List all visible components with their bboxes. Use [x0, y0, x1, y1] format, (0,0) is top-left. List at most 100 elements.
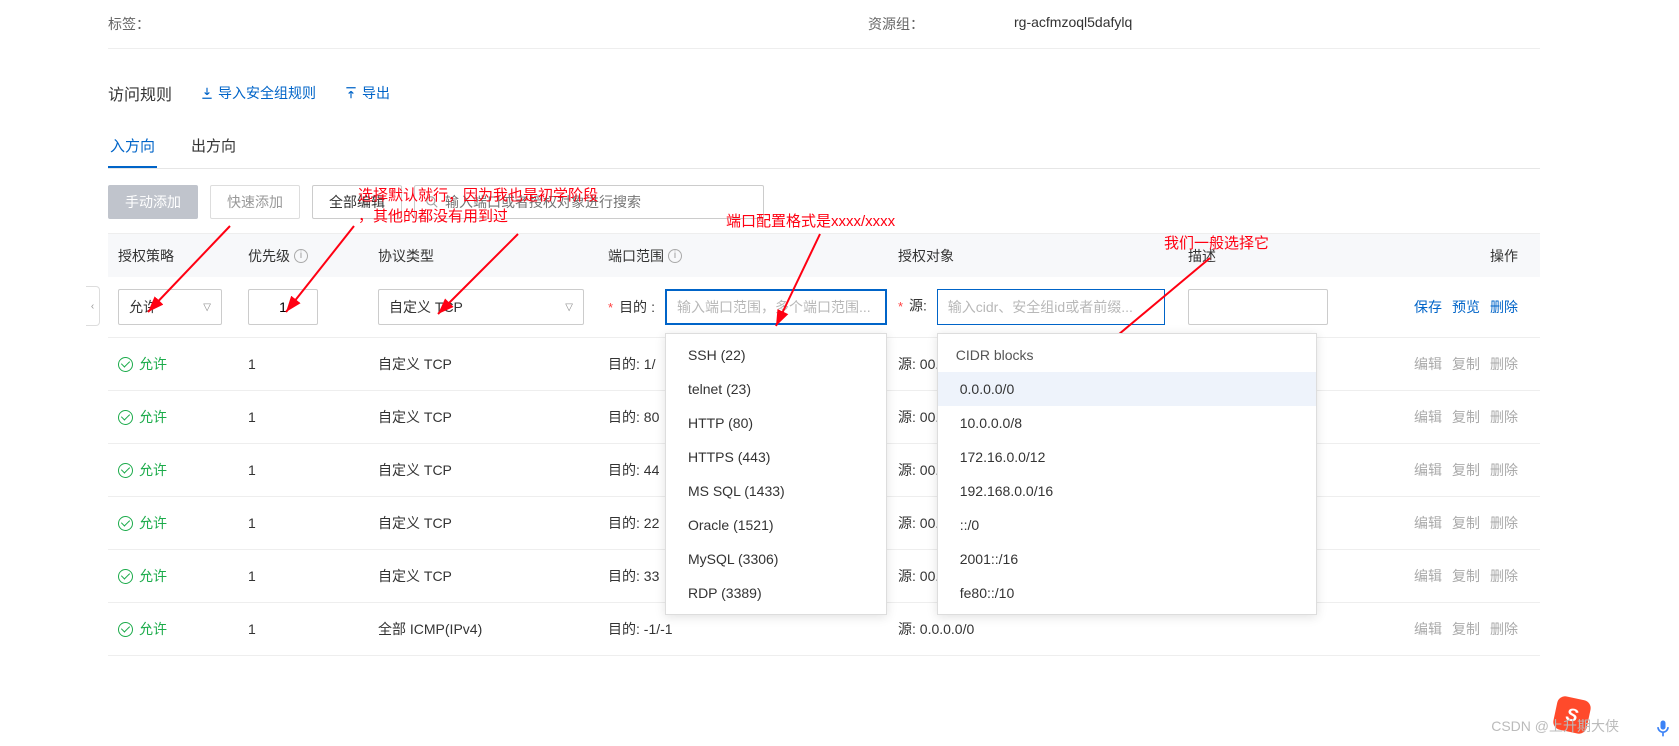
cidr-option[interactable]: 2001::/16: [938, 542, 1316, 576]
row-delete-link[interactable]: 删除: [1490, 513, 1518, 533]
tab-outbound[interactable]: 出方向: [189, 125, 238, 168]
section-title: 访问规则: [108, 81, 172, 105]
edit-all-button[interactable]: 全部编辑: [312, 185, 402, 219]
policy-select[interactable]: 允许 ▽: [118, 289, 222, 325]
port-option[interactable]: RDP (3389): [666, 576, 886, 610]
row-copy-link[interactable]: 复制: [1452, 460, 1480, 480]
policy-allow: 允许: [118, 513, 167, 533]
source-label: 源: [909, 298, 923, 314]
header-meta-row: 标签： 资源组： rg-acfmzoql5dafylq: [108, 0, 1540, 49]
row-edit-link[interactable]: 编辑: [1414, 460, 1442, 480]
port-dropdown[interactable]: SSH (22)telnet (23)HTTP (80)HTTPS (443)M…: [665, 333, 887, 615]
row-delete-link[interactable]: 删除: [1490, 619, 1518, 639]
required-star: *: [898, 299, 903, 314]
protocol-select[interactable]: 自定义 TCP ▽: [378, 289, 584, 325]
priority-input-wrap[interactable]: [248, 289, 318, 325]
row-edit-link[interactable]: 编辑: [1414, 354, 1442, 374]
cell-auth: 源: 0.0.0.0/0: [898, 619, 1188, 639]
edit-row: 允许 ▽ 自定义 TCP ▽ * 目的: SSH (22)telnet (23)…: [108, 277, 1540, 338]
port-range-input[interactable]: [677, 291, 875, 323]
info-icon[interactable]: i: [294, 249, 308, 263]
port-option[interactable]: HTTP (80): [666, 406, 886, 440]
dest-label: 目的: [619, 297, 647, 317]
quick-add-button[interactable]: 快速添加: [210, 185, 300, 219]
priority-input[interactable]: [259, 290, 307, 324]
cidr-option[interactable]: 0.0.0.0/0: [938, 372, 1316, 406]
row-ops: 编辑复制删除: [1408, 566, 1530, 586]
row-ops: 编辑复制删除: [1408, 354, 1530, 374]
chevron-down-icon: ▽: [203, 302, 211, 313]
check-icon: [118, 516, 133, 531]
cidr-option[interactable]: ::/0: [938, 508, 1316, 542]
delete-link[interactable]: 删除: [1490, 297, 1518, 317]
port-range-input-wrap[interactable]: [665, 289, 887, 325]
policy-allow: 允许: [118, 460, 167, 480]
search-box[interactable]: [414, 185, 764, 219]
th-policy: 授权策略: [118, 246, 248, 266]
cell-priority: 1: [248, 515, 378, 531]
description-input[interactable]: [1188, 289, 1328, 325]
th-protocol: 协议类型: [378, 246, 608, 266]
source-input-wrap[interactable]: [937, 289, 1165, 325]
cell-port: 目的: -1/-1: [608, 619, 898, 639]
cidr-option[interactable]: 10.0.0.0/8: [938, 406, 1316, 440]
cidr-option[interactable]: 192.168.0.0/16: [938, 474, 1316, 508]
check-icon: [118, 569, 133, 584]
row-delete-link[interactable]: 删除: [1490, 566, 1518, 586]
cidr-option[interactable]: 172.16.0.0/12: [938, 440, 1316, 474]
check-icon: [118, 357, 133, 372]
tag-label: 标签：: [108, 14, 188, 34]
row-edit-link[interactable]: 编辑: [1414, 407, 1442, 427]
row-ops: 编辑复制删除: [1408, 407, 1530, 427]
port-option[interactable]: HTTPS (443): [666, 440, 886, 474]
port-option[interactable]: telnet (23): [666, 372, 886, 406]
cell-priority: 1: [248, 409, 378, 425]
port-option[interactable]: SSH (22): [666, 338, 886, 372]
export-link[interactable]: 导出: [344, 83, 390, 103]
row-copy-link[interactable]: 复制: [1452, 566, 1480, 586]
collapse-handle[interactable]: ‹: [86, 286, 100, 326]
port-option[interactable]: MySQL (3306): [666, 542, 886, 576]
cell-protocol: 自定义 TCP: [378, 354, 608, 374]
row-edit-link[interactable]: 编辑: [1414, 513, 1442, 533]
direction-tabs: 入方向 出方向: [108, 125, 1540, 169]
export-icon: [344, 86, 358, 100]
cell-protocol: 自定义 TCP: [378, 460, 608, 480]
row-delete-link[interactable]: 删除: [1490, 407, 1518, 427]
policy-allow: 允许: [118, 619, 167, 639]
cell-protocol: 自定义 TCP: [378, 513, 608, 533]
cell-priority: 1: [248, 568, 378, 584]
port-option[interactable]: MS SQL (1433): [666, 474, 886, 508]
row-copy-link[interactable]: 复制: [1452, 354, 1480, 374]
row-copy-link[interactable]: 复制: [1452, 513, 1480, 533]
search-icon: [425, 195, 439, 209]
manual-add-button[interactable]: 手动添加: [108, 185, 198, 219]
row-delete-link[interactable]: 删除: [1490, 354, 1518, 374]
check-icon: [118, 410, 133, 425]
row-edit-link[interactable]: 编辑: [1414, 566, 1442, 586]
cell-priority: 1: [248, 621, 378, 637]
watermark: CSDN @上升期大侠: [1491, 716, 1619, 736]
port-option[interactable]: Oracle (1521): [666, 508, 886, 542]
table-header: 授权策略 优先级i 协议类型 端口范围i 授权对象 描述 操作: [108, 233, 1540, 277]
tab-inbound[interactable]: 入方向: [108, 125, 157, 168]
row-edit-link[interactable]: 编辑: [1414, 619, 1442, 639]
save-link[interactable]: 保存: [1414, 297, 1442, 317]
info-icon[interactable]: i: [668, 249, 682, 263]
check-icon: [118, 622, 133, 637]
cell-protocol: 自定义 TCP: [378, 407, 608, 427]
resource-group-value: rg-acfmzoql5dafylq: [1014, 14, 1132, 34]
preview-link[interactable]: 预览: [1452, 297, 1480, 317]
row-copy-link[interactable]: 复制: [1452, 619, 1480, 639]
import-rules-link[interactable]: 导入安全组规则: [200, 83, 316, 103]
cidr-option[interactable]: fe80::/10: [938, 576, 1316, 610]
search-input[interactable]: [445, 194, 753, 210]
edit-row-ops: 保存 预览 删除: [1408, 297, 1530, 317]
row-copy-link[interactable]: 复制: [1452, 407, 1480, 427]
source-input[interactable]: [948, 290, 1154, 324]
row-delete-link[interactable]: 删除: [1490, 460, 1518, 480]
mic-icon: [1653, 718, 1673, 738]
cidr-dropdown[interactable]: CIDR blocks0.0.0.0/010.0.0.0/8172.16.0.0…: [937, 333, 1317, 615]
check-icon: [118, 463, 133, 478]
cell-protocol: 自定义 TCP: [378, 566, 608, 586]
